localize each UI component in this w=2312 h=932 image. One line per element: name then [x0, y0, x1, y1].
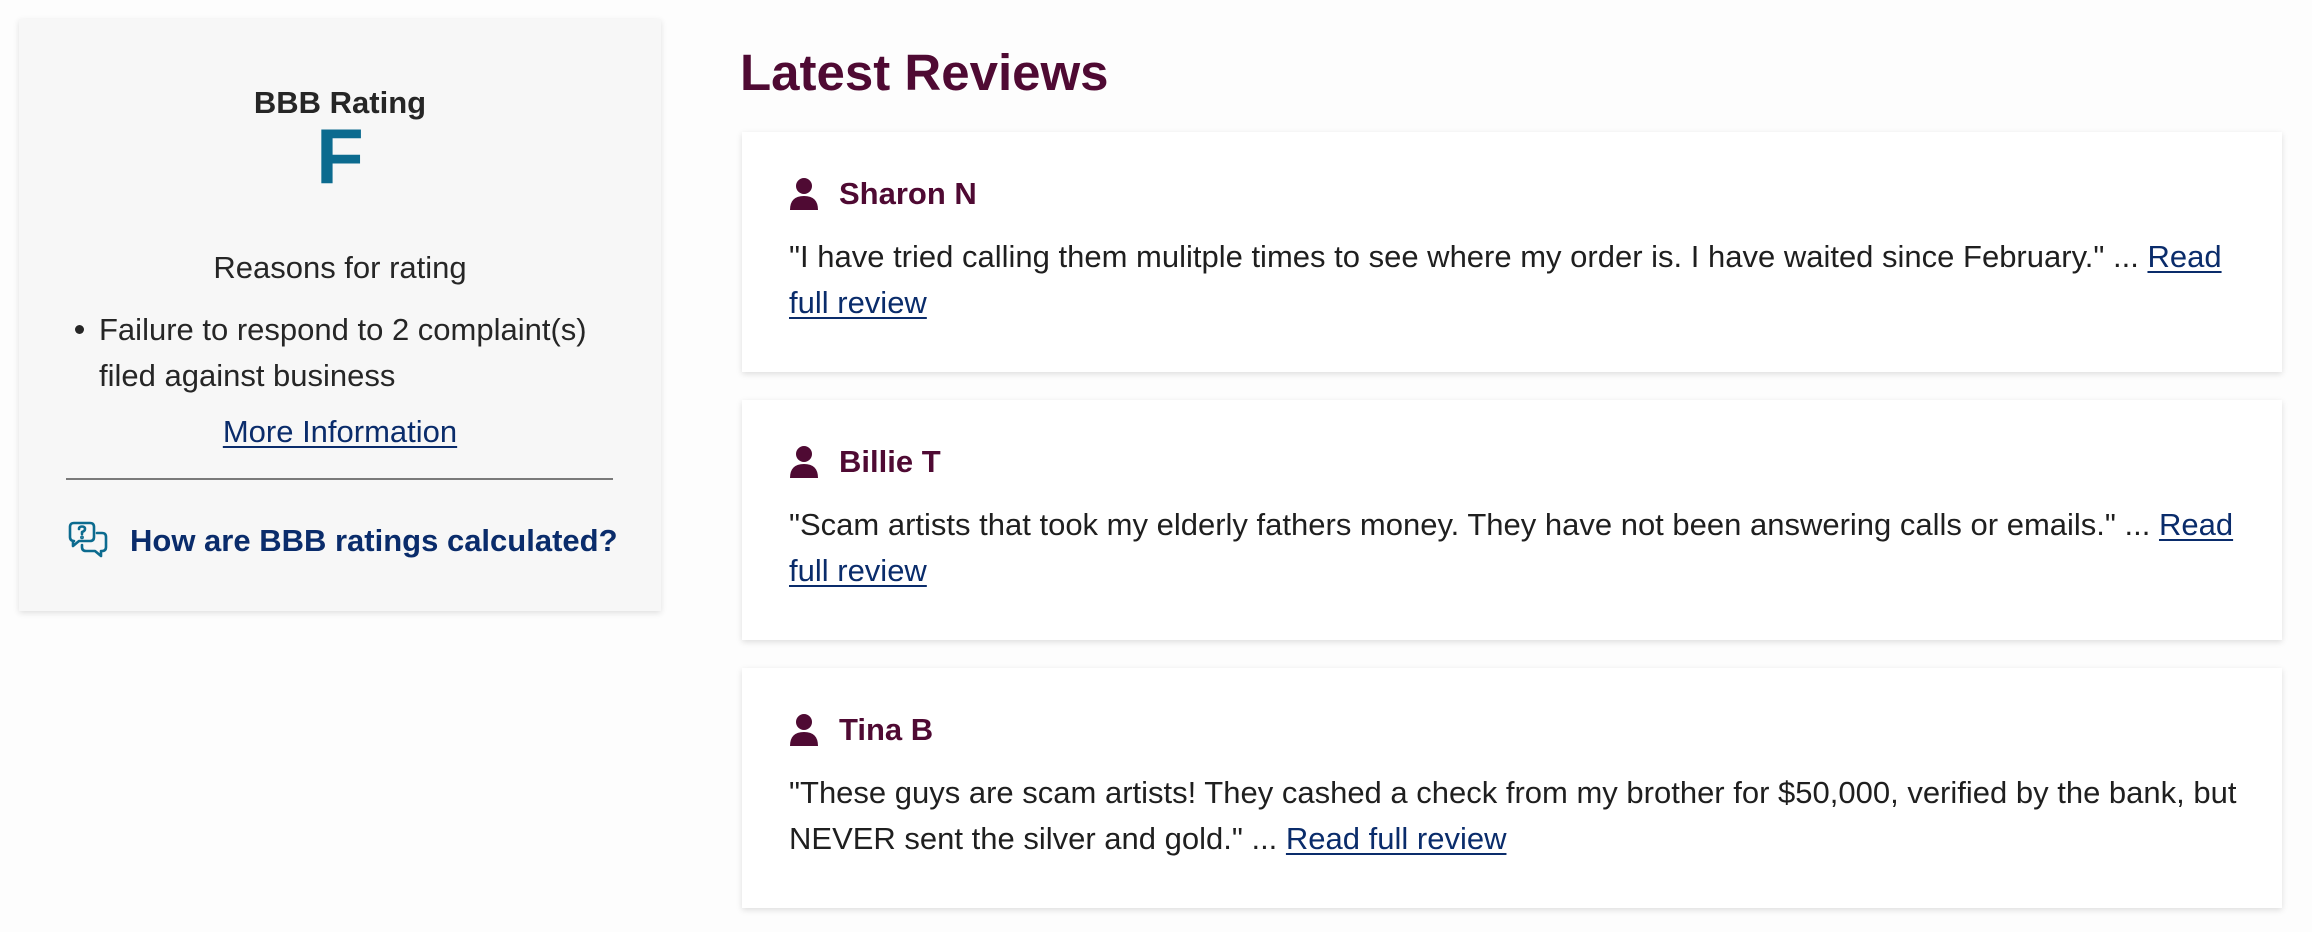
- user-icon: [789, 713, 819, 747]
- review-excerpt: "I have tried calling them mulitple time…: [789, 239, 2139, 274]
- bullet-icon: [75, 325, 84, 334]
- rating-card: BBB Rating F Reasons for rating Failure …: [19, 19, 661, 611]
- reasons-list: Failure to respond to 2 complaint(s) fil…: [75, 307, 639, 399]
- review-card: Billie T "Scam artists that took my elde…: [742, 400, 2282, 640]
- review-card: Tina B "These guys are scam artists! The…: [742, 668, 2282, 908]
- more-information: More Information: [19, 414, 661, 450]
- user-icon: [789, 177, 819, 211]
- latest-reviews-title: Latest Reviews: [740, 44, 1109, 101]
- ratings-calculated-label[interactable]: How are BBB ratings calculated?: [130, 523, 618, 559]
- user-icon: [789, 445, 819, 479]
- rating-grade: F: [316, 112, 364, 200]
- more-information-link[interactable]: More Information: [223, 414, 457, 449]
- ratings-calculated-link[interactable]: How are BBB ratings calculated?: [66, 521, 618, 561]
- review-text: "Scam artists that took my elderly fathe…: [789, 502, 2238, 594]
- reasons-heading: Reasons for rating: [213, 250, 467, 285]
- reviewer-name: Sharon N: [839, 176, 977, 211]
- reviewer-name: Billie T: [839, 444, 941, 479]
- review-excerpt: "Scam artists that took my elderly fathe…: [789, 507, 2151, 542]
- chat-bubbles-question-icon: [66, 521, 110, 561]
- divider: [66, 478, 613, 480]
- review-card: Sharon N "I have tried calling them muli…: [742, 132, 2282, 372]
- reviewer-name: Tina B: [839, 712, 934, 747]
- review-text: "These guys are scam artists! They cashe…: [789, 770, 2238, 862]
- read-full-review-link[interactable]: Read full review: [1286, 821, 1507, 856]
- reviewer: Tina B: [789, 712, 933, 748]
- reason-text: Failure to respond to 2 complaint(s) fil…: [99, 312, 587, 393]
- reason-item: Failure to respond to 2 complaint(s) fil…: [75, 307, 639, 399]
- review-excerpt: "These guys are scam artists! They cashe…: [789, 775, 2237, 856]
- review-text: "I have tried calling them mulitple time…: [789, 234, 2238, 326]
- reviewer: Billie T: [789, 444, 941, 480]
- reviewer: Sharon N: [789, 176, 977, 212]
